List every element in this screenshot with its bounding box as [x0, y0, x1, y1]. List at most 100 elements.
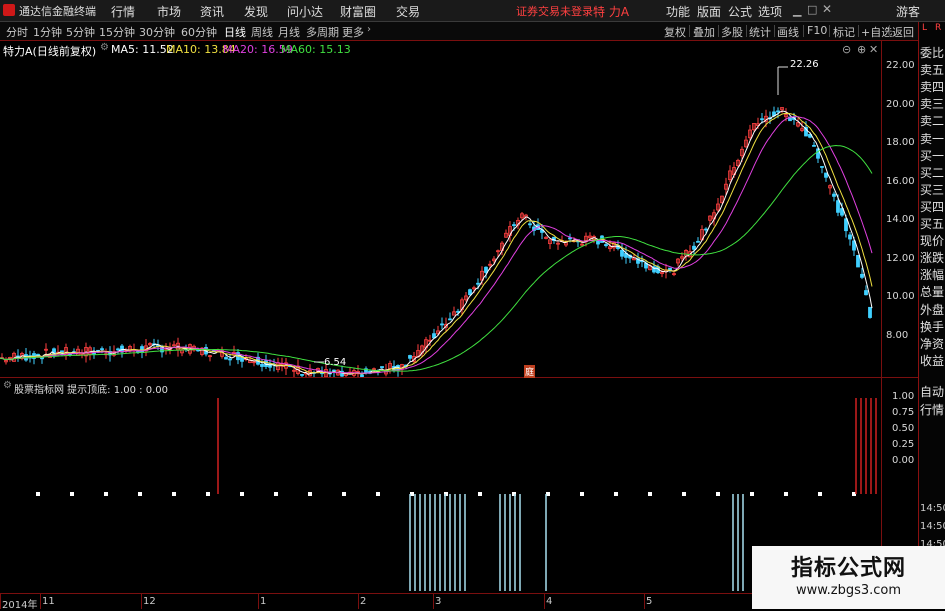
quote-field[interactable]: 卖三 [919, 96, 945, 113]
menu-quotes[interactable]: 行情 [111, 3, 135, 20]
quote-field[interactable]: 买二 [919, 165, 945, 182]
indicator-chart[interactable] [0, 378, 881, 593]
candle-body [868, 306, 872, 318]
menu-wealth-circle[interactable]: 财富圈 [340, 3, 376, 20]
quote-field[interactable]: 涨跌 [919, 250, 945, 267]
indicator-tick-label: 0.50 [892, 423, 915, 434]
quote-field[interactable]: 收益 [919, 353, 945, 370]
signal-dot [274, 492, 278, 496]
watermark-title: 指标公式网 [790, 556, 906, 581]
quote-field[interactable]: 买五 [919, 216, 945, 233]
price-tick-label: 20.00 [886, 98, 915, 110]
period-monthly[interactable]: 月线 [278, 24, 300, 40]
quote-field[interactable]: 买四 [919, 199, 945, 216]
candle-body [848, 234, 852, 240]
candle-body [36, 353, 40, 356]
candle-body [568, 237, 572, 240]
signal-dot [682, 492, 686, 496]
title-bar: 通达信金融终端 行情 市场 资讯 发现 问小达 财富圈 交易 证券交易未登录 特… [0, 0, 945, 22]
period-more[interactable]: 更多 [342, 24, 364, 40]
date-tick-label: 1 [260, 596, 267, 607]
quote-field[interactable]: 卖一 [919, 131, 945, 148]
candle-body [484, 266, 488, 273]
close-icon[interactable]: ✕ [822, 2, 832, 16]
maximize-icon[interactable]: □ [807, 3, 817, 16]
ma20-line [0, 116, 873, 374]
quote-field[interactable]: 卖四 [919, 79, 945, 96]
signal-dot [138, 492, 142, 496]
statistics-button[interactable]: 统计 [749, 24, 771, 40]
add-favorite-button[interactable]: +自选 [861, 24, 892, 40]
quote-field[interactable]: 换手 [919, 319, 945, 336]
menu-discover[interactable]: 发现 [244, 3, 268, 20]
menu-function[interactable]: 功能 [666, 3, 690, 20]
quote-field[interactable]: 买三 [919, 182, 945, 199]
panel-left-toggle[interactable]: L [922, 23, 927, 33]
restore-rights-button[interactable]: 复权 [664, 24, 686, 40]
signal-dot [308, 492, 312, 496]
panel-right-toggle[interactable]: R [935, 23, 941, 33]
candle-body [100, 348, 104, 351]
period-60min[interactable]: 60分钟 [181, 24, 217, 40]
guest-label[interactable]: 游客 [896, 3, 920, 20]
period-daily[interactable]: 日线 [224, 24, 246, 40]
back-button[interactable]: 返回 [892, 24, 914, 40]
candle-body [692, 245, 696, 250]
site-watermark: 指标公式网 www.zbgs3.com [752, 546, 945, 609]
quote-field[interactable]: 行情 [919, 402, 945, 419]
price-tick-label: 10.00 [886, 291, 915, 302]
menu-options[interactable]: 选项 [758, 3, 782, 20]
period-multi[interactable]: 多周期 [306, 24, 339, 40]
menu-trade[interactable]: 交易 [396, 3, 420, 20]
signal-dot [580, 492, 584, 496]
signal-dot [206, 492, 210, 496]
signal-dot [648, 492, 652, 496]
event-marker[interactable]: 庭 [524, 365, 536, 378]
candle-body [140, 346, 144, 353]
quote-field[interactable]: 自动 [919, 384, 945, 401]
candle-body [40, 357, 44, 360]
quote-field[interactable]: 现价 [919, 233, 945, 250]
period-weekly[interactable]: 周线 [251, 24, 273, 40]
quote-field[interactable]: 涨幅 [919, 267, 945, 284]
divider [746, 25, 747, 37]
candle-body [448, 318, 452, 321]
multi-stock-button[interactable]: 多股 [721, 24, 743, 40]
period-15min[interactable]: 15分钟 [99, 24, 135, 40]
candlestick-chart[interactable] [0, 41, 881, 377]
draw-line-button[interactable]: 画线 [777, 24, 799, 40]
menu-ask[interactable]: 问小达 [287, 3, 323, 20]
candle-body [704, 228, 708, 231]
period-timeshare[interactable]: 分时 [6, 24, 28, 40]
quote-field[interactable]: 卖二 [919, 113, 945, 130]
signal-dot [716, 492, 720, 496]
quote-field[interactable]: 委比 [919, 45, 945, 62]
quote-field[interactable]: 总量 [919, 284, 945, 301]
minimize-icon[interactable]: ▁ [793, 4, 801, 17]
candle-body [300, 374, 304, 376]
date-tick-label: 5 [646, 596, 653, 607]
candle-body [860, 273, 864, 278]
period-toolbar: 分时 1分钟 5分钟 15分钟 30分钟 60分钟 日线 周线 月线 多周期 更… [0, 22, 918, 41]
candle-body [864, 290, 868, 296]
login-notice[interactable]: 证券交易未登录 [516, 3, 593, 19]
mark-button[interactable]: 标记 [833, 24, 855, 40]
quote-field[interactable]: 卖五 [919, 62, 945, 79]
period-1min[interactable]: 1分钟 [33, 24, 62, 40]
time-tick-label: 14:50 [920, 521, 945, 532]
candle-body [836, 200, 840, 213]
menu-news[interactable]: 资讯 [200, 3, 224, 20]
candle-body [408, 355, 412, 359]
menu-layout[interactable]: 版面 [697, 3, 721, 20]
quote-field[interactable]: 买一 [919, 148, 945, 165]
overlay-button[interactable]: 叠加 [693, 24, 715, 40]
quote-field[interactable]: 净资 [919, 336, 945, 353]
quote-field[interactable]: 外盘 [919, 302, 945, 319]
candle-body [528, 223, 532, 226]
menu-market[interactable]: 市场 [157, 3, 181, 20]
period-5min[interactable]: 5分钟 [66, 24, 95, 40]
period-30min[interactable]: 30分钟 [139, 24, 175, 40]
f10-button[interactable]: F10 [807, 24, 827, 37]
menu-formula[interactable]: 公式 [728, 3, 752, 20]
chevron-right-icon[interactable]: › [367, 24, 371, 35]
